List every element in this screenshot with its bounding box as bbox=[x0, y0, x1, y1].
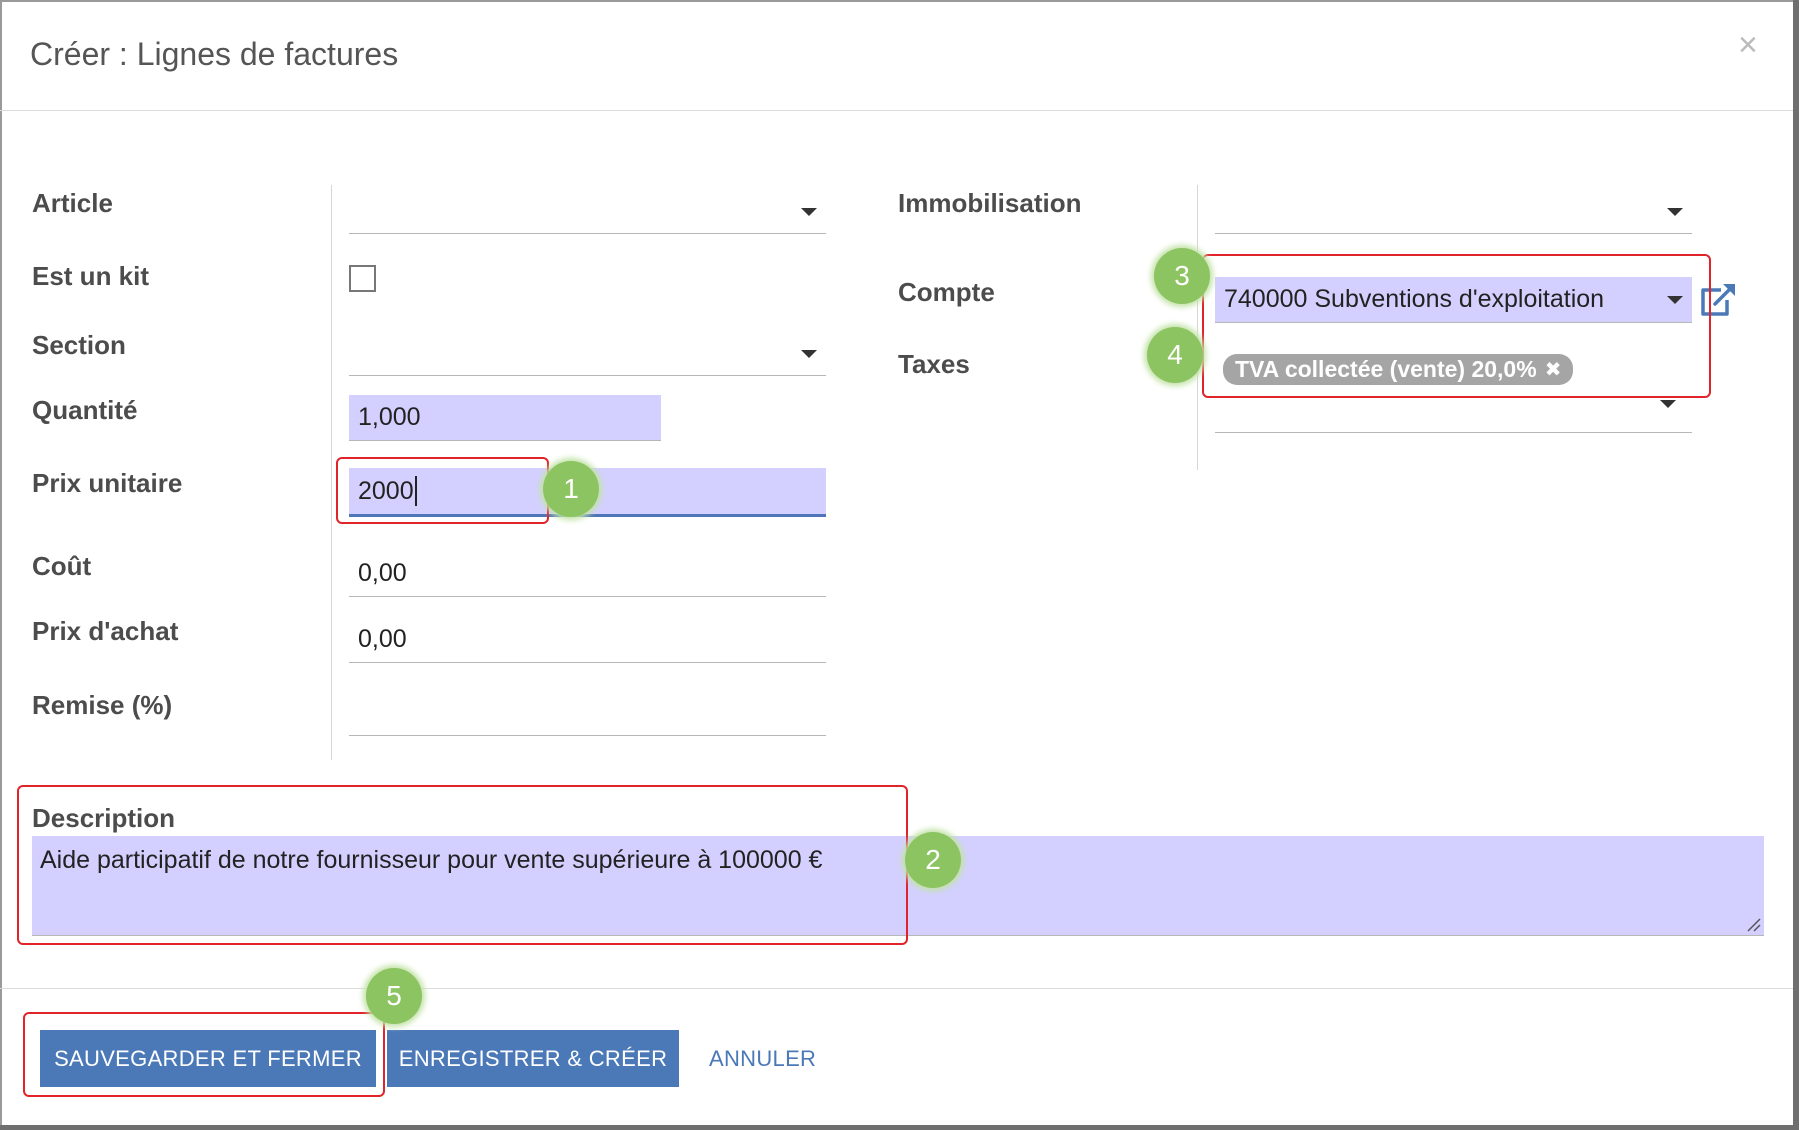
step-badge-1: 1 bbox=[543, 461, 599, 517]
dialog-title: Créer : Lignes de factures bbox=[30, 36, 399, 72]
remove-tag-icon[interactable]: ✖ bbox=[1545, 357, 1562, 382]
label-quantite: Quantité bbox=[32, 395, 138, 425]
external-link-icon[interactable] bbox=[1697, 282, 1737, 318]
chevron-down-icon[interactable] bbox=[801, 350, 817, 358]
label-article: Article bbox=[32, 188, 113, 218]
label-prix-unitaire: Prix unitaire bbox=[32, 468, 183, 498]
quantite-value: 1,000 bbox=[358, 403, 421, 431]
prix-unitaire-value: 2000 bbox=[358, 476, 414, 505]
text-cursor bbox=[414, 476, 417, 506]
section-select[interactable] bbox=[349, 332, 826, 376]
cout-input[interactable]: 0,00 bbox=[349, 551, 826, 597]
taxes-select[interactable] bbox=[1215, 390, 1692, 433]
prix-achat-input[interactable]: 0,00 bbox=[349, 616, 826, 663]
label-section: Section bbox=[32, 330, 126, 360]
prix-achat-value: 0,00 bbox=[358, 624, 407, 653]
step-badge-2: 2 bbox=[905, 832, 961, 888]
cancel-button[interactable]: ANNULER bbox=[709, 1046, 816, 1072]
cout-value: 0,00 bbox=[358, 559, 407, 587]
remise-input[interactable] bbox=[349, 690, 826, 736]
est-un-kit-checkbox[interactable] bbox=[349, 265, 376, 292]
label-compte: Compte bbox=[898, 277, 995, 307]
window-frame-bottom bbox=[0, 1125, 1799, 1130]
tax-tag-label: TVA collectée (vente) 20,0% bbox=[1235, 356, 1537, 382]
quantite-input[interactable]: 1,000 bbox=[349, 395, 661, 441]
compte-value: 740000 Subventions d'exploitation bbox=[1224, 285, 1605, 313]
label-remise: Remise (%) bbox=[32, 690, 173, 720]
save-close-button[interactable]: SAUVEGARDER ET FERMER bbox=[40, 1030, 376, 1087]
step-badge-4: 4 bbox=[1147, 327, 1203, 383]
header-divider bbox=[0, 110, 1793, 111]
window-frame-top bbox=[0, 0, 1799, 2]
step-badge-3: 3 bbox=[1154, 248, 1210, 304]
chevron-down-icon[interactable] bbox=[1667, 208, 1683, 216]
chevron-down-icon[interactable] bbox=[801, 208, 817, 216]
resize-grip-icon[interactable] bbox=[1745, 916, 1761, 932]
label-cout: Coût bbox=[32, 551, 92, 581]
step-badge-5: 5 bbox=[366, 968, 422, 1024]
left-column-separator bbox=[331, 185, 332, 760]
chevron-down-icon[interactable] bbox=[1667, 296, 1683, 304]
label-prix-achat: Prix d'achat bbox=[32, 616, 179, 646]
chevron-down-icon[interactable] bbox=[1660, 400, 1676, 408]
description-value: Aide participatif de notre fournisseur p… bbox=[40, 846, 823, 874]
description-textarea[interactable]: Aide participatif de notre fournisseur p… bbox=[32, 836, 1764, 936]
label-taxes: Taxes bbox=[898, 349, 970, 379]
compte-select[interactable]: 740000 Subventions d'exploitation bbox=[1215, 277, 1692, 323]
right-column-separator bbox=[1197, 185, 1198, 470]
tax-tag: TVA collectée (vente) 20,0% ✖ bbox=[1223, 354, 1574, 385]
close-icon[interactable]: × bbox=[1738, 28, 1758, 62]
footer-divider bbox=[0, 988, 1793, 989]
save-create-button[interactable]: ENREGISTRER & CRÉER bbox=[387, 1030, 679, 1087]
label-immobilisation: Immobilisation bbox=[898, 188, 1082, 218]
article-select[interactable] bbox=[349, 190, 826, 234]
window-frame-left bbox=[0, 0, 2, 1130]
immobilisation-select[interactable] bbox=[1215, 190, 1692, 234]
label-est-un-kit: Est un kit bbox=[32, 261, 150, 291]
label-description: Description bbox=[32, 803, 176, 833]
window-frame-right bbox=[1793, 0, 1799, 1130]
